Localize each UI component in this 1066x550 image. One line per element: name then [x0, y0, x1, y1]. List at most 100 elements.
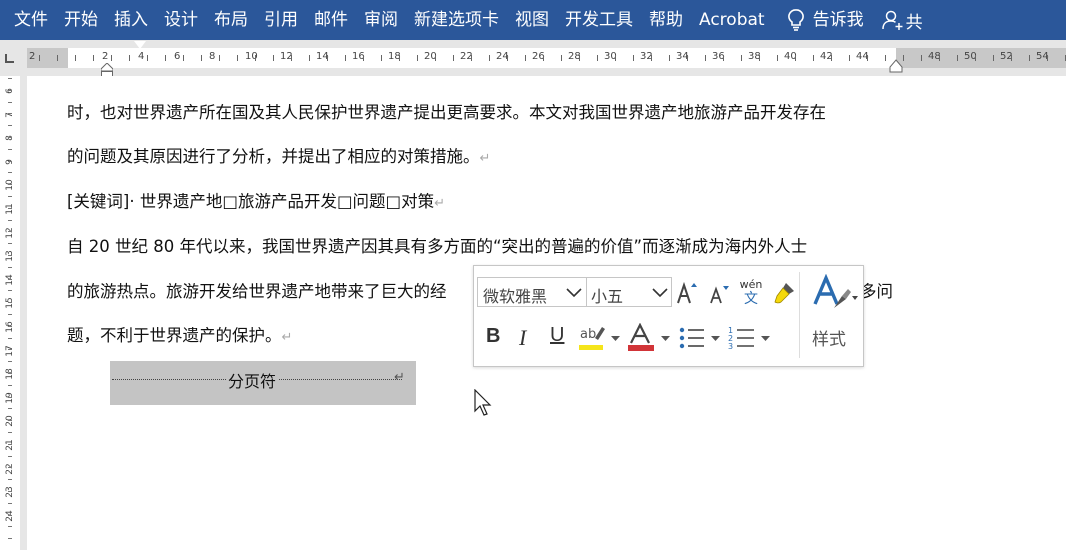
page-break[interactable]: 分页符 ↵ [110, 361, 416, 405]
ruler-tick [651, 55, 652, 61]
add-person-icon[interactable] [881, 8, 904, 32]
styles-label[interactable]: 样式 [812, 325, 846, 350]
vertical-ruler-number: 15 [5, 297, 15, 310]
ruler-tick [921, 55, 922, 61]
page-break-label: 分页符 [226, 368, 279, 392]
horizontal-ruler[interactable]: 2 2 4 6 8 10 12 14 16 18 20 22 24 26 28 30 32 34 36 38 40 42 4… [27, 48, 1066, 68]
ruler-tick [993, 55, 994, 61]
vertical-ruler-tick [8, 255, 12, 256]
bold-button[interactable]: B [486, 325, 500, 348]
tab-review[interactable]: 审阅 [356, 0, 406, 40]
tab-file[interactable]: 文件 [0, 0, 56, 40]
ruler-tick [705, 55, 706, 61]
vertical-ruler-number: 18 [5, 368, 15, 380]
vertical-ruler-tick [8, 361, 12, 363]
page-shadow [20, 76, 27, 550]
chevron-down-icon[interactable] [566, 286, 582, 298]
tab-home[interactable]: 开始 [56, 0, 106, 40]
font-color-icon[interactable] [627, 323, 655, 353]
vertical-ruler-number: 6 [5, 88, 15, 94]
ruler-number: 2 [102, 51, 109, 62]
vertical-ruler-tick [8, 184, 12, 186]
vertical-ruler-tick [8, 278, 12, 280]
vertical-ruler-tick [8, 266, 12, 268]
ruler-tick [795, 55, 796, 61]
share-button[interactable]: 共 [906, 8, 923, 33]
grow-font-icon[interactable] [676, 281, 698, 305]
ruler-tick [615, 55, 616, 61]
vertical-ruler-tick [8, 231, 12, 233]
tab-references[interactable]: 引用 [256, 0, 306, 40]
ruler-tick [777, 55, 778, 61]
underline-button[interactable]: U [550, 324, 564, 347]
ruler-tick [723, 55, 724, 61]
styles-icon[interactable] [812, 274, 858, 310]
chevron-down-icon[interactable] [652, 286, 668, 298]
vertical-ruler-tick [8, 373, 12, 374]
tab-developer[interactable]: 开发工具 [557, 0, 641, 40]
ruler-tick [741, 55, 742, 61]
vertical-ruler[interactable]: 6 7 8 9 10 11 12 13 14 15 16 17 18 19 20 21 22 23 24 [0, 76, 21, 550]
tell-me-search[interactable]: 告诉我 [811, 0, 872, 40]
ruler-tick [633, 55, 634, 61]
tab-selector[interactable] [0, 40, 20, 76]
mini-toolbar: 微软雅黑 小五 wén 文 B I U ab 1 2 3 样式 [473, 265, 864, 367]
left-indent-marker[interactable] [101, 63, 113, 77]
ruler-tick [291, 55, 292, 61]
chevron-down-icon[interactable] [761, 336, 770, 342]
tab-mailings[interactable]: 邮件 [306, 0, 356, 40]
tab-layout[interactable]: 布局 [206, 0, 256, 40]
format-painter-icon[interactable] [772, 281, 796, 305]
vertical-ruler-number: 17 [5, 344, 15, 357]
ruler-tick [435, 55, 436, 61]
chevron-down-icon[interactable] [611, 336, 620, 342]
ruler-tick [111, 55, 112, 61]
ruler-tick [597, 55, 598, 61]
tab-acrobat[interactable]: Acrobat [691, 0, 773, 40]
body-line-4: 的旅游热点。旅游开发给世界遗产地带来了巨大的经 [67, 278, 447, 302]
tab-view[interactable]: 视图 [507, 0, 557, 40]
ruler-tick [75, 55, 76, 61]
tab-new-tab[interactable]: 新建选项卡 [406, 0, 507, 40]
numbered-list-icon[interactable]: 1 2 3 [728, 325, 756, 351]
line-text: 的问题及其原因进行了分析，并提出了相应的对策措施。 [67, 147, 480, 166]
vertical-ruler-number: 9 [5, 158, 15, 165]
ruler-tick [219, 55, 220, 61]
phonetic-guide-icon[interactable]: wén 文 [738, 278, 764, 308]
right-indent-marker[interactable] [889, 59, 903, 73]
first-line-indent-marker[interactable] [134, 41, 146, 49]
paragraph-mark: ↵ [434, 196, 446, 211]
vertical-ruler-tick [8, 125, 12, 127]
ruler-tick [885, 55, 886, 61]
ruler-number: 6 [174, 51, 181, 62]
mouse-pointer-icon [474, 389, 492, 416]
ruler-tick [201, 55, 202, 61]
highlight-color-icon[interactable]: ab [578, 324, 606, 352]
italic-button[interactable]: I [519, 325, 526, 351]
ruler-tick [507, 55, 508, 61]
vertical-ruler-number: 20 [5, 415, 15, 428]
bullet-list-icon[interactable] [678, 326, 706, 350]
lightbulb-icon[interactable] [787, 8, 805, 32]
vertical-ruler-tick [8, 467, 12, 469]
font-name-select[interactable]: 微软雅黑 [477, 277, 587, 307]
body-line-1: 时，也对世界遗产所在国及其人民保护世界遗产提出更高要求。本文对我国世界遗产地旅游… [67, 99, 826, 123]
vertical-ruler-tick [8, 384, 12, 386]
body-line-4-tail: 多问 [860, 278, 893, 302]
ruler-tick [903, 55, 904, 61]
font-size-select[interactable]: 小五 [587, 277, 672, 307]
phonetic-top-text: wén [739, 278, 763, 291]
tab-insert[interactable]: 插入 [106, 0, 156, 40]
vertical-ruler-tick [8, 314, 12, 315]
chevron-down-icon[interactable] [711, 336, 720, 342]
shrink-font-icon[interactable] [709, 283, 729, 305]
tab-help[interactable]: 帮助 [641, 0, 691, 40]
ruler-tick [543, 55, 544, 61]
tab-design[interactable]: 设计 [156, 0, 206, 40]
vertical-ruler-number: 11 [5, 203, 15, 215]
ruler-tick [849, 55, 850, 61]
ribbon-tabs: 文件 开始 插入 设计 布局 引用 邮件 审阅 新建选项卡 视图 开发工具 帮助… [0, 0, 1066, 40]
vertical-ruler-number: 24 [5, 510, 15, 522]
ruler-tick [561, 55, 562, 61]
chevron-down-icon[interactable] [661, 336, 670, 342]
